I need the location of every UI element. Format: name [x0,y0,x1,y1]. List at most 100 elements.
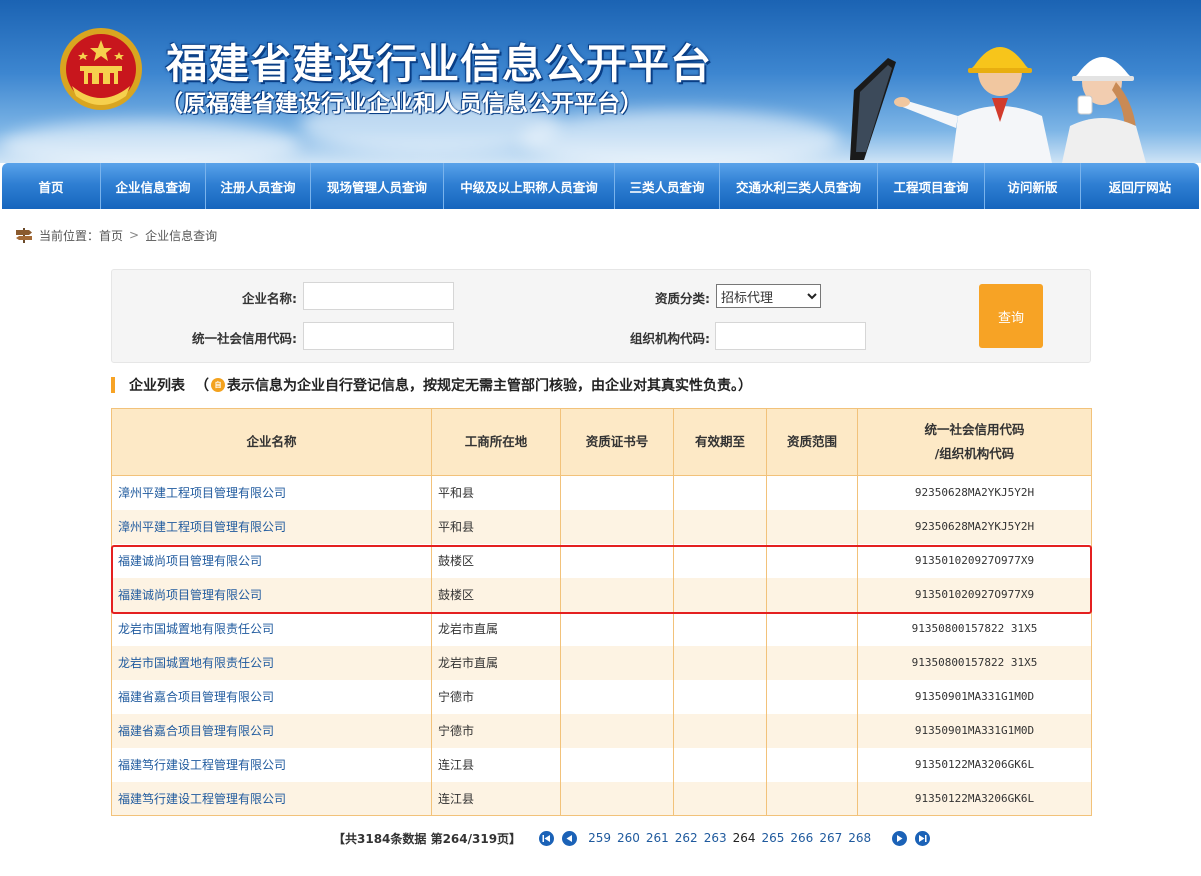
cell-location: 平和县 [431,509,561,544]
first-page-button[interactable] [539,830,555,846]
nav-item-three-categories[interactable]: 三类人员查询 [615,163,720,209]
cell-location: 龙岩市直属 [431,611,561,646]
site-title: 福建省建设行业信息公开平台 [166,40,712,88]
nav-item-home[interactable]: 首页 [2,163,101,209]
company-name-link[interactable]: 福建省嘉合项目管理有限公司 [111,713,432,748]
self-registered-icon: 自 [211,378,225,392]
nav-item-transport-water[interactable]: 交通水利三类人员查询 [720,163,878,209]
cell-cert-no [560,475,674,510]
cell-location: 鼓楼区 [431,543,561,578]
col-header-location: 工商所在地 [431,408,561,476]
cell-credit-code: 913501020927O977X9 [857,577,1092,612]
nav-item-senior-titles[interactable]: 中级及以上职称人员查询 [444,163,615,209]
cell-cert-no [560,611,674,646]
cell-credit-code: 913501020927O977X9 [857,543,1092,578]
company-name-input[interactable] [303,282,454,310]
qualification-select[interactable]: 招标代理 [716,284,821,308]
last-page-icon [919,834,927,842]
org-code-label: 组织机构代码: [630,331,710,346]
company-name-link[interactable]: 福建笃行建设工程管理有限公司 [111,747,432,782]
breadcrumb-home[interactable]: 首页 [99,227,123,244]
query-button[interactable]: 查询 [979,284,1043,348]
cell-valid-until [673,543,767,578]
credit-code-input[interactable] [303,322,454,350]
list-title: 企业列表 [129,378,185,394]
main-nav: 首页 企业信息查询 注册人员查询 现场管理人员查询 中级及以上职称人员查询 三类… [2,163,1199,209]
company-table: 企业名称 工商所在地 资质证书号 有效期至 资质范围 统一社会信用代码 /组织机… [111,408,1092,816]
header-banner: 福建省建设行业信息公开平台 （原福建省建设行业企业和人员信息公开平台） [0,0,1201,163]
pagination: 【共3184条数据 第264/319页】 259 260 261 262 263… [333,829,934,847]
cell-credit-code: 92350628MA2YKJ5Y2H [857,475,1092,510]
next-page-button[interactable] [892,830,908,846]
nav-item-registered-personnel[interactable]: 注册人员查询 [206,163,311,209]
page-link[interactable]: 267 [819,831,842,845]
company-name-link[interactable]: 漳州平建工程项目管理有限公司 [111,475,432,510]
cell-credit-code: 91350800157822 31X5 [857,611,1092,646]
page-link[interactable]: 261 [646,831,669,845]
page-link[interactable]: 268 [848,831,871,845]
qualification-label: 资质分类: [655,291,710,306]
cell-valid-until [673,747,767,782]
list-notice: （ 自 表示信息为企业自行登记信息，按规定无需主管部门核验，由企业对其真实性负责… [195,375,752,395]
notice-open-paren: （ [195,378,209,394]
page-link[interactable]: 259 [588,831,611,845]
banner-workers-illustration [850,47,1146,163]
org-code-input[interactable] [715,322,866,350]
cell-cert-no [560,543,674,578]
nav-item-new-version[interactable]: 访问新版 [985,163,1081,209]
nav-item-back-to-dept[interactable]: 返回厅网站 [1081,163,1199,209]
last-page-button[interactable] [915,830,931,846]
cell-valid-until [673,577,767,612]
table-row: 漳州平建工程项目管理有限公司 平和县 92350628MA2YKJ5Y2H [111,509,1092,544]
table-row: 福建笃行建设工程管理有限公司 连江县 91350122MA3206GK6L [111,781,1092,816]
page-link[interactable]: 263 [704,831,727,845]
company-name-link[interactable]: 福建诚尚项目管理有限公司 [111,577,432,612]
cell-location: 龙岩市直属 [431,645,561,680]
nav-item-projects[interactable]: 工程项目查询 [878,163,985,209]
cell-cert-no [560,577,674,612]
page-link[interactable]: 265 [762,831,785,845]
nav-item-site-managers[interactable]: 现场管理人员查询 [311,163,444,209]
banner-cloud [0,120,300,163]
company-name-link[interactable]: 福建笃行建设工程管理有限公司 [111,781,432,816]
cell-credit-code: 91350800157822 31X5 [857,645,1092,680]
list-heading: 企业列表 （ 自 表示信息为企业自行登记信息，按规定无需主管部门核验，由企业对其… [111,376,752,394]
company-name-link[interactable]: 龙岩市国城置地有限责任公司 [111,611,432,646]
search-panel: 企业名称: 统一社会信用代码: 资质分类: 招标代理 组织机构代码: 查询 [111,269,1091,363]
table-header-row: 企业名称 工商所在地 资质证书号 有效期至 资质范围 统一社会信用代码 /组织机… [111,408,1092,476]
nav-item-company-query[interactable]: 企业信息查询 [101,163,206,209]
company-name-link[interactable]: 龙岩市国城置地有限责任公司 [111,645,432,680]
cell-valid-until [673,713,767,748]
cell-location: 宁德市 [431,713,561,748]
company-name-link[interactable]: 漳州平建工程项目管理有限公司 [111,509,432,544]
company-name-link[interactable]: 福建诚尚项目管理有限公司 [111,543,432,578]
cell-scope [766,509,858,544]
prev-page-button[interactable] [562,830,578,846]
cell-location: 平和县 [431,475,561,510]
table-row: 漳州平建工程项目管理有限公司 平和县 92350628MA2YKJ5Y2H [111,475,1092,510]
breadcrumb-prefix: 当前位置： [39,228,100,243]
page-link[interactable]: 262 [675,831,698,845]
col-header-cert-no: 资质证书号 [560,408,674,476]
cell-location: 连江县 [431,781,561,816]
table-row: 龙岩市国城置地有限责任公司 龙岩市直属 91350800157822 31X5 [111,645,1092,680]
next-page-icon [897,834,903,842]
pagination-summary: 【共3184条数据 第264/319页】 [333,831,522,846]
cell-credit-code: 91350901MA331G1M0D [857,679,1092,714]
cell-credit-code: 92350628MA2YKJ5Y2H [857,509,1092,544]
cell-credit-code: 91350901MA331G1M0D [857,713,1092,748]
cell-cert-no [560,509,674,544]
col-header-scope: 资质范围 [766,408,858,476]
breadcrumb-current: 企业信息查询 [145,228,218,243]
page-link[interactable]: 260 [617,831,640,845]
cell-valid-until [673,679,767,714]
cell-cert-no [560,645,674,680]
credit-code-label: 统一社会信用代码: [192,331,297,346]
cell-location: 连江县 [431,747,561,782]
company-name-link[interactable]: 福建省嘉合项目管理有限公司 [111,679,432,714]
cell-valid-until [673,509,767,544]
cell-cert-no [560,747,674,782]
page-link[interactable]: 266 [790,831,813,845]
col-header-code: 统一社会信用代码 /组织机构代码 [857,408,1092,476]
cell-scope [766,781,858,816]
